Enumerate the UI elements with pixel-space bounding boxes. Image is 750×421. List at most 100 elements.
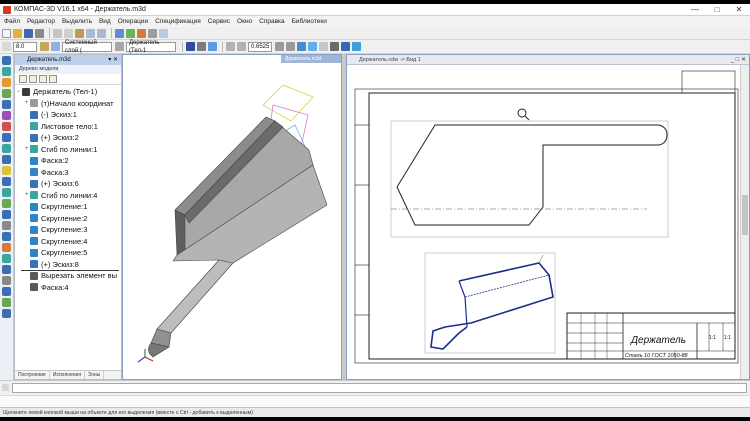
open-folder-icon[interactable]: [13, 28, 22, 38]
tree-item[interactable]: Вырезать элемент вы: [15, 270, 121, 282]
section-icon[interactable]: [319, 42, 328, 51]
menu-operations[interactable]: Операции: [118, 18, 148, 25]
orientation-icon[interactable]: [297, 42, 306, 51]
copy-icon[interactable]: [64, 28, 73, 38]
menu-select[interactable]: Выделить: [62, 18, 92, 25]
tree-item[interactable]: + Сгиб по линии:1: [15, 144, 121, 156]
tree-item[interactable]: Скругление:3: [15, 224, 121, 236]
thread-icon[interactable]: [2, 243, 11, 252]
tree-item[interactable]: Скругление:2: [15, 213, 121, 225]
tree-item[interactable]: + Сгиб по линии:4: [15, 190, 121, 202]
edit-model-icon[interactable]: [2, 133, 11, 142]
variables-icon[interactable]: [137, 28, 146, 38]
paste-icon[interactable]: [75, 28, 84, 38]
shaded-view-icon[interactable]: [186, 42, 195, 51]
mirror-icon[interactable]: [2, 276, 11, 285]
drawing-window-buttons[interactable]: _ □ ✕: [731, 55, 746, 65]
tree-root[interactable]: − Держатель (Тел-1): [15, 86, 121, 98]
tab-zones[interactable]: Зоны: [85, 371, 105, 379]
part-icon[interactable]: [115, 42, 124, 51]
rotate-icon[interactable]: [275, 42, 284, 51]
menu-libraries[interactable]: Библиотеки: [292, 18, 327, 25]
tab-construction[interactable]: Построение: [15, 371, 50, 379]
tree-item[interactable]: + (т)Начало координат: [15, 98, 121, 110]
boolean-icon[interactable]: [2, 199, 11, 208]
zoom-out-icon[interactable]: [237, 42, 246, 51]
undo-icon[interactable]: [86, 28, 95, 38]
command-input[interactable]: [12, 383, 747, 393]
fillet-icon[interactable]: [2, 177, 11, 186]
save-icon[interactable]: [24, 28, 33, 38]
menu-specification[interactable]: Спецификация: [155, 18, 201, 25]
print-icon[interactable]: [35, 28, 44, 38]
pan-icon[interactable]: [286, 42, 295, 51]
zoom-field[interactable]: 0.6525: [248, 41, 272, 52]
display-icon[interactable]: [352, 42, 361, 51]
maximize-button[interactable]: □: [706, 4, 728, 16]
auxiliary-geometry-icon[interactable]: [2, 221, 11, 230]
bend-icon[interactable]: [2, 144, 11, 153]
menu-editor[interactable]: Редактор: [27, 18, 55, 25]
menu-file[interactable]: Файл: [4, 18, 20, 25]
measure-icon[interactable]: [341, 42, 350, 51]
chamfer-icon[interactable]: [2, 188, 11, 197]
expand-icon[interactable]: +: [23, 146, 30, 152]
extrude-icon[interactable]: [2, 309, 11, 318]
cursor-icon[interactable]: [2, 42, 11, 51]
library-icon[interactable]: [126, 28, 135, 38]
rollback-bar[interactable]: [21, 270, 119, 271]
tree-filter-icon[interactable]: [39, 75, 47, 83]
part-select[interactable]: Держатель (Тел-1: [126, 40, 176, 54]
menu-service[interactable]: Сервис: [208, 18, 230, 25]
tab-executions[interactable]: Исполнения: [50, 371, 86, 379]
tree-item[interactable]: Фаска:2: [15, 155, 121, 167]
scrollbar-thumb[interactable]: [742, 195, 748, 235]
manager-icon[interactable]: [115, 28, 124, 38]
perspective-icon[interactable]: [208, 42, 217, 51]
expand-icon[interactable]: +: [23, 192, 30, 198]
measure-tools-icon[interactable]: [2, 122, 11, 131]
tree-structure-icon[interactable]: [19, 75, 27, 83]
tree-item[interactable]: Фаска:4: [15, 282, 121, 294]
expand-icon[interactable]: +: [23, 100, 30, 106]
layer-icon[interactable]: [40, 42, 49, 51]
stamp-icon[interactable]: [2, 254, 11, 263]
tree-item[interactable]: (+) Эскиз:6: [15, 178, 121, 190]
3d-model-canvas[interactable]: [123, 55, 341, 379]
loft-icon[interactable]: [2, 298, 11, 307]
render-icon[interactable]: [330, 42, 339, 51]
tree-item[interactable]: (+) Эскиз:2: [15, 132, 121, 144]
rib-icon[interactable]: [2, 232, 11, 241]
tree-sort-icon[interactable]: [29, 75, 37, 83]
close-button[interactable]: ✕: [728, 4, 750, 16]
hole-icon[interactable]: [2, 155, 11, 164]
menu-window[interactable]: Окно: [237, 18, 252, 25]
redo-icon[interactable]: [97, 28, 106, 38]
cut-icon[interactable]: [53, 28, 62, 38]
properties-icon[interactable]: [148, 28, 157, 38]
minimize-button[interactable]: —: [684, 4, 706, 16]
dimensions-icon[interactable]: [2, 89, 11, 98]
wireframe-view-icon[interactable]: [197, 42, 206, 51]
tree-settings-icon[interactable]: [49, 75, 57, 83]
pin-close-icon[interactable]: ▾ ✕: [108, 55, 118, 65]
step-field[interactable]: 8.0: [13, 41, 37, 52]
layer-list-icon[interactable]: [51, 42, 60, 51]
sketch-icon[interactable]: [2, 78, 11, 87]
tree-item[interactable]: Листовое тело:1: [15, 121, 121, 133]
view-cube-icon[interactable]: [308, 42, 317, 51]
panel-grip-icon[interactable]: [2, 384, 9, 391]
tree-item[interactable]: Фаска:3: [15, 167, 121, 179]
shell-icon[interactable]: [2, 210, 11, 219]
drawing-canvas[interactable]: [347, 65, 741, 379]
vertical-scrollbar[interactable]: [740, 65, 749, 379]
menu-view[interactable]: Вид: [99, 18, 111, 25]
zoom-in-icon[interactable]: [226, 42, 235, 51]
tree-item[interactable]: Скругление:5: [15, 247, 121, 259]
menu-help[interactable]: Справка: [259, 18, 285, 25]
drawing-viewport[interactable]: Держатель.cdw -> Вид 1 _ □ ✕ Держатель С…: [346, 54, 750, 380]
model-viewport[interactable]: Держатель.m3d: [122, 54, 342, 380]
help-icon[interactable]: [159, 28, 168, 38]
collapse-icon[interactable]: −: [15, 89, 22, 95]
new-document-icon[interactable]: [2, 28, 11, 38]
